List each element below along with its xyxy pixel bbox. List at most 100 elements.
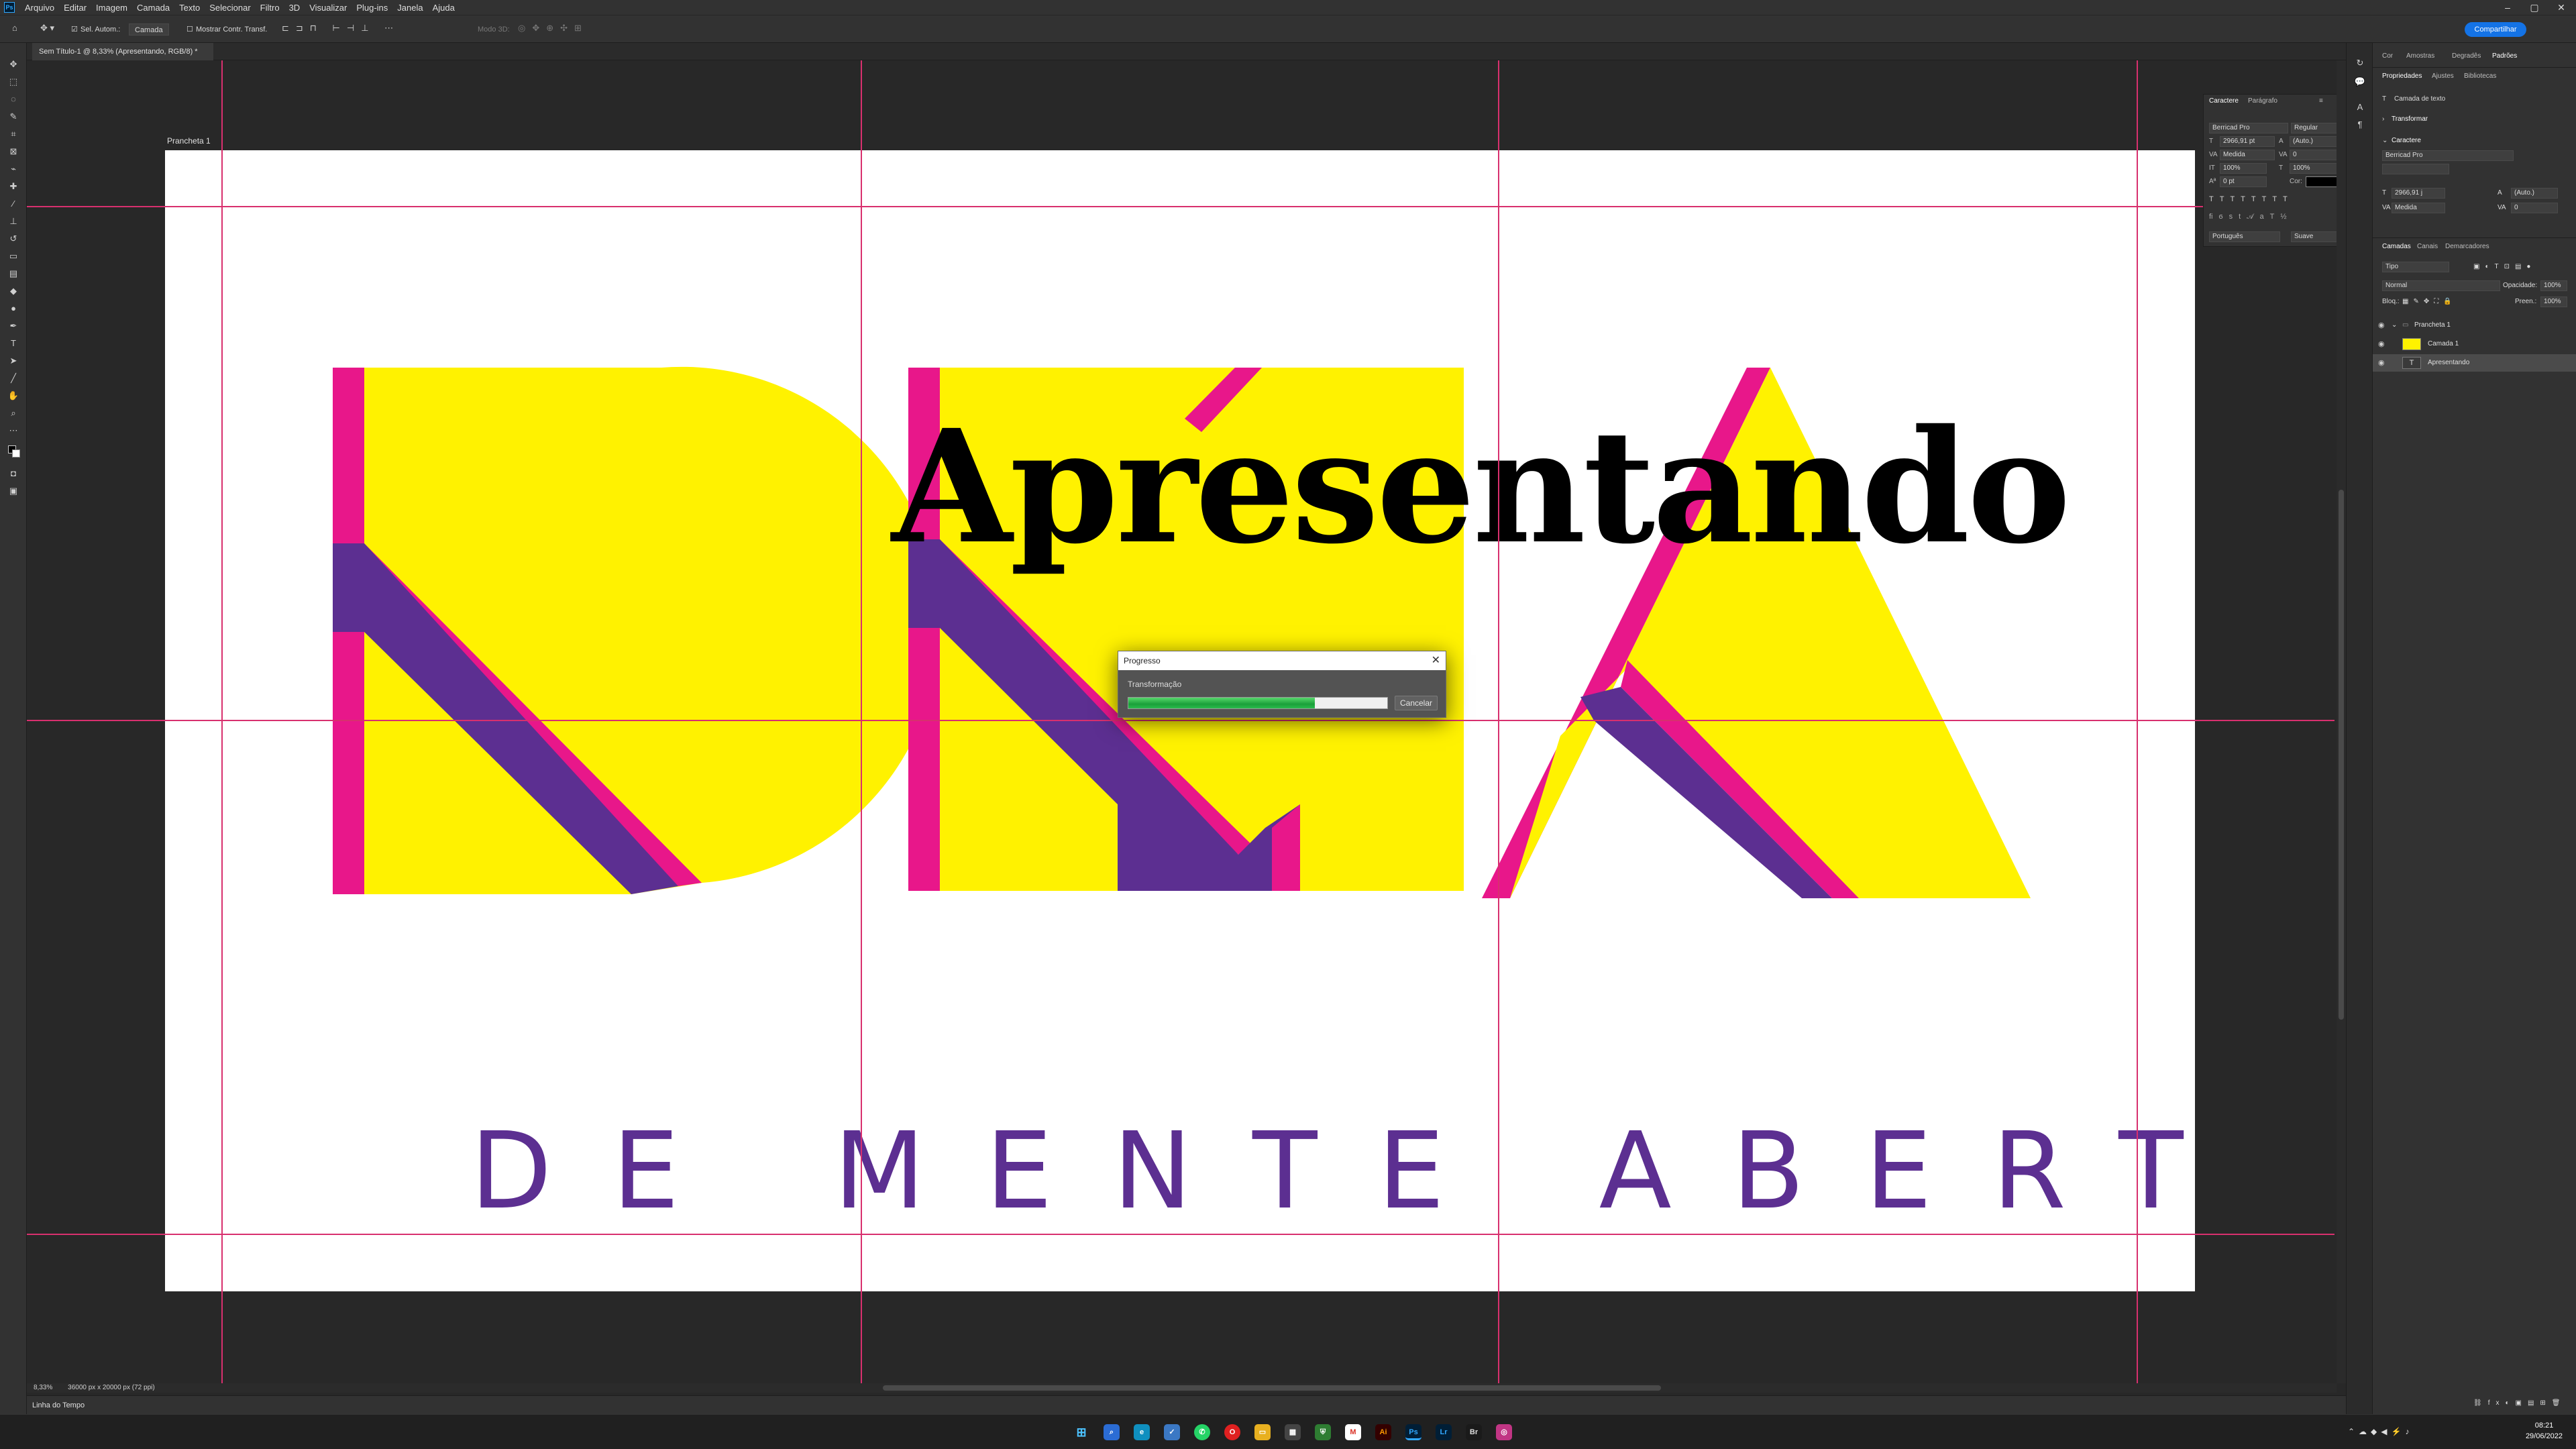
text-color-swatch[interactable] <box>2306 176 2339 187</box>
frame-icon[interactable]: ⊠ <box>7 145 20 158</box>
layer-row[interactable]: ◉ ⌄ ▭ Prancheta 1 <box>2373 317 2576 334</box>
home-icon[interactable]: ⌂ <box>12 23 17 36</box>
tracking-field[interactable]: 0 <box>2290 150 2339 160</box>
scrollbar-thumb[interactable] <box>883 1385 1661 1391</box>
search-icon[interactable]: ⌕ <box>1104 1424 1120 1440</box>
menu-texto[interactable]: Texto <box>174 3 205 13</box>
guide-horizontal[interactable] <box>27 720 2334 721</box>
share-button[interactable]: Compartilhar <box>2465 22 2526 37</box>
zoom-icon[interactable]: ⌕ <box>7 407 20 420</box>
illustrator-icon[interactable]: Ai <box>1375 1424 1391 1440</box>
menu-filtro[interactable]: Filtro <box>256 3 284 13</box>
paragraph-panel-icon[interactable]: ¶ <box>2353 118 2367 131</box>
auto-select-dropdown[interactable]: Camada <box>129 23 169 36</box>
horizontal-scrollbar[interactable] <box>27 1383 2337 1393</box>
edge-icon[interactable]: e <box>1134 1424 1150 1440</box>
move-icon[interactable]: ✥ <box>7 58 20 71</box>
prop-tracking-field[interactable]: 0 <box>2511 203 2558 213</box>
font-size-field[interactable]: 2966,91 pt <box>2220 136 2275 147</box>
marquee-icon[interactable]: ⬚ <box>7 75 20 89</box>
prop-kerning-field[interactable]: Medida <box>2392 203 2445 213</box>
line-icon[interactable]: ╱ <box>7 372 20 385</box>
eyedropper-icon[interactable]: ⌁ <box>7 162 20 176</box>
show-transform-checkbox[interactable]: ☐ <box>186 23 193 36</box>
layer-name[interactable]: Camada 1 <box>2428 335 2459 353</box>
tab-camadas[interactable]: Camadas <box>2382 243 2411 250</box>
prop-font-select[interactable]: Berricad Pro <box>2382 150 2514 161</box>
opacity-field[interactable]: 100% <box>2540 280 2567 291</box>
fill-field[interactable]: 100% <box>2540 297 2567 307</box>
document-tab[interactable]: Sem Título-1 @ 8,33% (Apresentando, RGB/… <box>32 43 213 60</box>
lightroom-icon[interactable]: Lr <box>1436 1424 1452 1440</box>
guide-vertical[interactable] <box>2137 60 2138 1383</box>
layer-filter-icons[interactable]: ▣◐T⊡▤● <box>2473 263 2536 270</box>
layer-actions-icons[interactable]: ⛓fx◐▣▤⊞🗑 <box>2473 1399 2566 1407</box>
panel-menu-icon[interactable]: ≡ <box>2319 97 2323 105</box>
tab-degrades[interactable]: Degradês <box>2452 52 2481 60</box>
menu-editar[interactable]: Editar <box>59 3 91 13</box>
menu-visualizar[interactable]: Visualizar <box>305 3 352 13</box>
language-select[interactable]: Português <box>2209 231 2280 242</box>
auto-select-checkbox[interactable]: ☑ <box>71 23 78 36</box>
menu-3d[interactable]: 3D <box>284 3 305 13</box>
character-panel-icon[interactable]: A <box>2353 101 2367 114</box>
windows-start-icon[interactable]: ⊞ <box>1073 1424 1089 1440</box>
quick-select-icon[interactable]: ✎ <box>7 110 20 123</box>
todo-icon[interactable]: ✓ <box>1164 1424 1180 1440</box>
dodge-icon[interactable]: ● <box>7 302 20 315</box>
text-icon[interactable]: T <box>7 337 20 350</box>
transform-section[interactable]: Transformar <box>2392 115 2428 123</box>
blur-icon[interactable]: ◆ <box>7 284 20 298</box>
layer-name[interactable]: Prancheta 1 <box>2414 317 2451 334</box>
tab-demarcadores[interactable]: Demarcadores <box>2445 243 2489 250</box>
quick-mask-icon[interactable]: ◘ <box>7 467 20 480</box>
photoshop-taskbar-icon[interactable]: Ps <box>1405 1424 1421 1440</box>
file-explorer-icon[interactable]: ▭ <box>1254 1424 1271 1440</box>
horizontal-scale-field[interactable]: 100% <box>2290 163 2339 174</box>
more-tools-icon[interactable]: ⋯ <box>7 424 20 437</box>
system-tray-icons[interactable]: ⌃☁◆◀⚡♪ <box>2348 1427 2413 1436</box>
leading-field[interactable]: (Auto.) <box>2290 136 2339 147</box>
menu-camada[interactable]: Camada <box>132 3 174 13</box>
vertical-scrollbar[interactable] <box>2337 60 2346 1383</box>
maximize-icon[interactable]: ▢ <box>2521 0 2548 15</box>
guide-vertical[interactable] <box>1498 60 1499 1383</box>
lock-icons[interactable]: ▦✎✥⛶🔒 <box>2402 298 2457 305</box>
align-icons[interactable]: ⊏⊐⊓ ⊢⊣⊥ ⋯ <box>282 23 400 36</box>
color-swatches-icon[interactable] <box>7 444 20 458</box>
guide-vertical[interactable] <box>861 60 862 1383</box>
tab-paragrafo[interactable]: Parágrafo <box>2248 97 2277 105</box>
layer-filter-select[interactable]: Tipo <box>2382 262 2449 272</box>
whatsapp-icon[interactable]: ✆ <box>1194 1424 1210 1440</box>
tab-bibliotecas[interactable]: Bibliotecas <box>2464 72 2496 80</box>
gradient-icon[interactable]: ▤ <box>7 267 20 280</box>
prop-size-field[interactable]: 2966,91 j <box>2392 188 2445 199</box>
font-family-select[interactable]: Berricad Pro <box>2209 123 2288 133</box>
menu-imagem[interactable]: Imagem <box>91 3 132 13</box>
tab-ajustes[interactable]: Ajustes <box>2432 72 2454 80</box>
menu-arquivo[interactable]: Arquivo <box>20 3 59 13</box>
tab-caractere[interactable]: Caractere <box>2209 97 2239 105</box>
tab-canais[interactable]: Canais <box>2417 243 2438 250</box>
healing-icon[interactable]: ✚ <box>7 180 20 193</box>
lasso-icon[interactable]: ◌ <box>7 93 20 106</box>
tab-cor[interactable]: Cor <box>2382 52 2393 60</box>
chevron-down-icon[interactable]: ⌄ <box>2392 317 2397 334</box>
move-tool-icon[interactable]: ✥ ▾ <box>40 23 54 36</box>
hand-icon[interactable]: ✋ <box>7 389 20 402</box>
prop-style-select[interactable] <box>2382 164 2449 174</box>
history-icon[interactable]: ↻ <box>2353 56 2367 70</box>
opera-icon[interactable]: O <box>1224 1424 1240 1440</box>
guide-horizontal[interactable] <box>27 206 2334 207</box>
shield-icon[interactable]: ⛨ <box>1315 1424 1331 1440</box>
tab-amostras[interactable]: Amostras <box>2406 52 2434 60</box>
close-icon[interactable]: ✕ <box>1432 651 1440 670</box>
guide-horizontal[interactable] <box>27 1234 2334 1235</box>
pen-icon[interactable]: ✒ <box>7 319 20 333</box>
crop-icon[interactable]: ⌗ <box>7 127 20 141</box>
kerning-field[interactable]: Medida <box>2220 150 2275 160</box>
menu-selecionar[interactable]: Selecionar <box>205 3 255 13</box>
gmail-icon[interactable]: M <box>1345 1424 1361 1440</box>
instagram-icon[interactable]: ◎ <box>1496 1424 1512 1440</box>
bridge-icon[interactable]: Br <box>1466 1424 1482 1440</box>
